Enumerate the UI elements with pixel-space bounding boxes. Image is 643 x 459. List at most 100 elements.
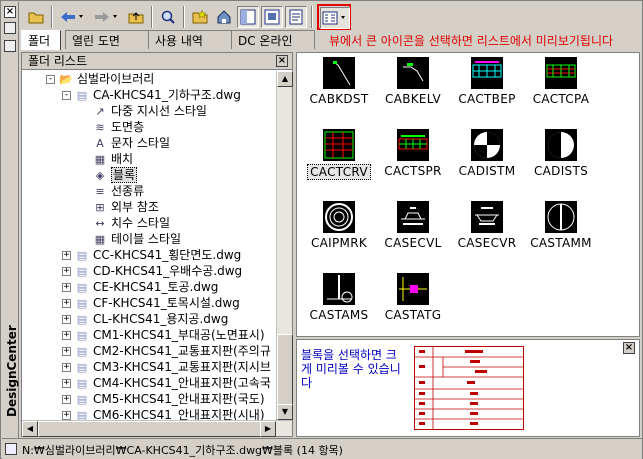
block-item[interactable]: CACTBEP [449,57,525,106]
tree-node[interactable]: + ▤ CM5-KHCS41_안내표지판(국도) [62,391,265,407]
block-item[interactable]: CABKDST [301,57,377,106]
expand-icon[interactable]: + [62,283,71,292]
scroll-right-button[interactable]: ▶ [260,421,276,437]
tree-node[interactable]: ▦ 배치 [92,151,133,167]
block-item[interactable]: CADISTM [449,129,525,178]
preview-icon [264,9,280,25]
collapse-icon[interactable]: - [46,75,55,84]
scroll-thumb[interactable] [38,421,274,437]
tab-history[interactable]: 사용 내역 [148,30,232,49]
tree-node[interactable]: + ▤ CC-KHCS41_횡단면도.dwg [62,247,241,263]
tree-node[interactable]: + ▤ CM2-KHCS41_교통표지판(주의규 [62,343,271,359]
tree-node[interactable]: ⊞ 외부 참조 [92,199,159,215]
up-button[interactable] [125,6,147,28]
close-icon[interactable]: × [623,342,635,354]
block-item[interactable]: CASECVR [449,201,525,250]
expand-icon[interactable]: + [62,395,71,404]
tree-node[interactable]: + ▤ CD-KHCS41_우배수공.dwg [62,263,242,279]
search-button[interactable] [157,6,179,28]
tree-node[interactable]: + ▤ CE-KHCS41_토공.dwg [62,279,218,295]
preview-toggle-button[interactable] [261,6,283,28]
tree-node[interactable]: ▦ 테이블 스타일 [92,231,181,247]
load-button[interactable] [25,6,47,28]
expand-icon[interactable]: + [62,411,71,420]
status-path: N:₩심벌라이브러리₩CA-KHCS41_기하구조.dwg₩블록 (14 항목) [22,444,343,457]
tree-node[interactable]: ↔ 치수 스타일 [92,215,170,231]
collapse-icon[interactable]: - [62,91,71,100]
back-arrow-icon [61,12,83,22]
block-item[interactable]: CACTSPR [375,129,451,178]
back-button[interactable] [57,6,87,28]
folder-list-title: 폴더 리스트 [28,54,88,68]
tree-node[interactable]: + ▤ CM4-KHCS41_안내표지판(고속국 [62,375,271,391]
scroll-thumb[interactable] [277,334,293,414]
block-item[interactable]: CACTCPA [523,57,599,106]
tree-node-label: CC-KHCS41_횡단면도.dwg [93,248,242,262]
folder-tree[interactable]: - 📂 심벌라이브러리 - ▤ CA-KHCS41_기하구조.dwg ↗ 다중 지시선 스타일… [22,71,277,420]
tree-horizontal-scrollbar[interactable]: ◀ ▶ [22,420,292,437]
dwg-icon: ▤ [76,280,88,294]
block-item[interactable]: CASECVL [375,201,451,250]
tree-view-toggle-button[interactable] [237,6,259,28]
tree-node[interactable]: ↗ 다중 지시선 스타일 [92,103,207,119]
tree-node[interactable]: ≋ 도면층 [92,119,144,135]
home-icon [217,10,231,24]
expand-icon[interactable]: + [62,379,71,388]
close-icon[interactable]: × [276,55,288,67]
home-button[interactable] [213,6,235,28]
block-name: CASTAMS [309,308,369,322]
scroll-down-button[interactable]: ▼ [277,404,293,420]
expand-icon[interactable]: + [62,363,71,372]
scroll-left-button[interactable]: ◀ [22,421,38,437]
views-button[interactable] [320,7,350,29]
tree-node[interactable]: + ▤ CM1-KHCS41_부대공(노면표시) [62,327,265,343]
block-name: CASTAMM [530,236,592,250]
block-item[interactable]: CASTAMM [523,201,599,250]
search-icon [161,10,175,24]
tree-node[interactable]: ◈ 블록 [92,167,138,183]
tree-node-label: CD-KHCS41_우배수공.dwg [93,264,243,278]
block-item[interactable]: CABKELV [375,57,451,106]
tree-node[interactable]: + ▤ CM6-KHCS41_안내표지판(시내) [62,407,265,420]
block-name: CACTCPA [532,92,590,106]
tree-node[interactable]: - ▤ CA-KHCS41_기하구조.dwg [62,87,241,103]
tab-dc-online[interactable]: DC 온라인 [231,30,315,49]
block-icon: ◈ [95,168,105,182]
properties-icon[interactable] [4,40,16,52]
dwg-icon: ▤ [76,392,88,406]
expand-icon[interactable]: + [62,315,71,324]
tab-folders[interactable]: 폴더 [21,30,61,50]
tree-node[interactable]: + ▤ CL-KHCS41_용지공.dwg [62,311,228,327]
tree-node[interactable]: + ▤ CM3-KHCS41_교통표지판(지시브 [62,359,271,375]
tab-open-drawings[interactable]: 열린 도면 [65,30,149,49]
tree-node[interactable]: + ▤ CF-KHCS41_토목시설.dwg [62,295,240,311]
block-item[interactable]: CACTCRV [301,129,377,180]
block-item[interactable]: CASTAMS [301,273,377,322]
block-content-area[interactable]: CABKDST CABKELV CACTBEP CACTCPA CACTCRV CACTS… [296,52,640,337]
forward-button[interactable] [91,6,121,28]
close-icon[interactable]: × [4,6,16,18]
autohide-icon[interactable] [4,22,16,34]
tree-node[interactable]: - 📂 심벌라이브러리 [46,71,154,87]
xref-icon: ⊞ [95,200,105,214]
block-thumbnail [471,57,503,89]
expand-icon[interactable]: + [62,299,71,308]
expand-icon[interactable]: + [62,267,71,276]
block-thumbnail [545,201,577,233]
tree-node-label: 배치 [111,152,134,166]
scroll-up-button[interactable]: ▲ [277,71,293,87]
tree-vertical-scrollbar[interactable]: ▲ ▼ [276,71,293,420]
description-toggle-button[interactable] [285,6,307,28]
block-item[interactable]: CASTATG [375,273,451,322]
expand-icon[interactable]: + [62,251,71,260]
preview-table-drawing [415,347,523,429]
block-item[interactable]: CAIPMRK [301,201,377,250]
tree-node[interactable]: ≡ 선종류 [92,183,144,199]
expand-icon[interactable]: + [62,331,71,340]
text-style-icon: A [96,136,104,150]
block-item[interactable]: CADISTS [523,129,599,178]
expand-icon[interactable]: + [62,347,71,356]
tree-node-label: CM5-KHCS41_안내표지판(국도) [93,392,265,406]
tree-node[interactable]: A 문자 스타일 [92,135,170,151]
favorites-button[interactable] [189,6,211,28]
